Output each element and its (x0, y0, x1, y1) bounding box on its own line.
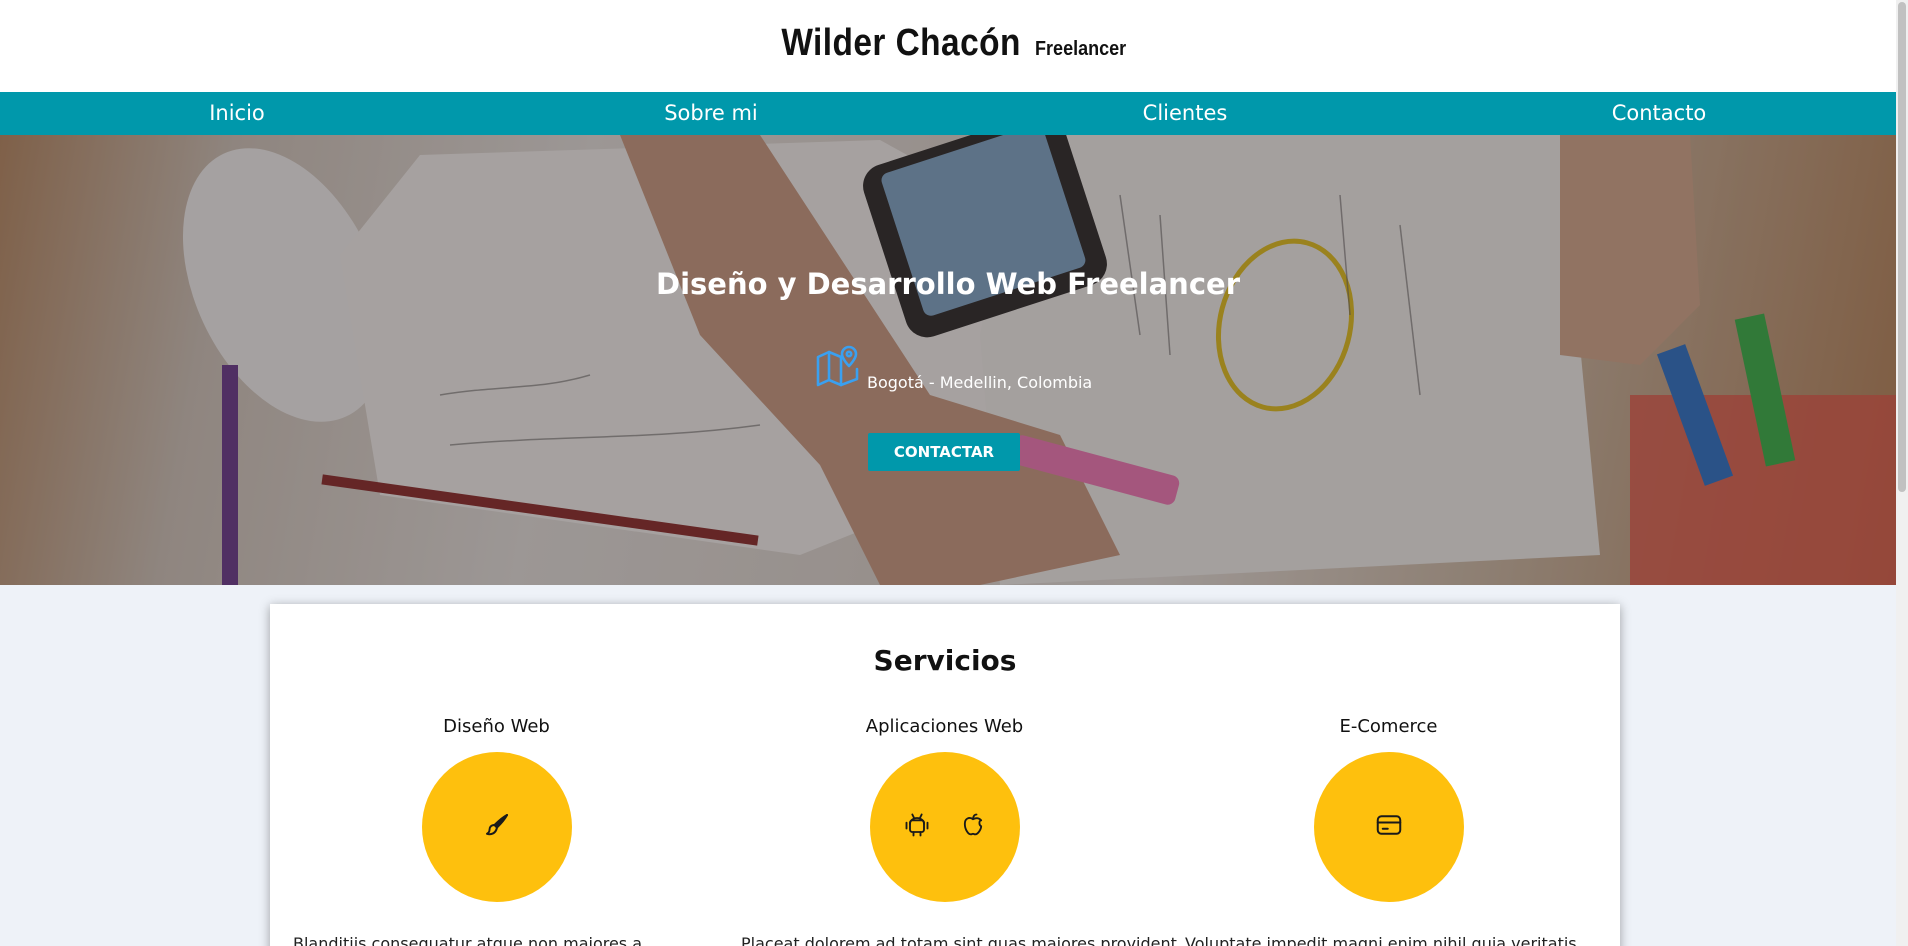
service-card-aplicaciones-web: Aplicaciones Web Placeat dolorem ad tota… (723, 716, 1177, 946)
site-header: Wilder Chacón Freelancer (0, 0, 1896, 92)
hero-banner: Diseño y Desarrollo Web Freelancer Bogot… (0, 135, 1896, 585)
service-card-e-comerce: E-Comerce Voluptate impedit magni enim n… (1167, 716, 1610, 946)
hero-location: Bogotá - Medellin, Colombia (815, 343, 1092, 394)
brand-name: Wilder Chacón (781, 21, 1022, 64)
hero-title: Diseño y Desarrollo Web Freelancer (656, 267, 1240, 301)
service-description: Blanditiis consequatur atque non maiores… (293, 934, 643, 946)
apple-icon (959, 810, 987, 845)
services-section: Servicios Diseño Web Blanditiis consequa… (270, 604, 1620, 946)
services-title: Servicios (873, 644, 1017, 677)
map-pin-icon (815, 343, 861, 394)
brand-tagline: Freelancer (1034, 37, 1126, 60)
android-icon (903, 810, 931, 845)
nav-item-inicio[interactable]: Inicio (0, 92, 474, 135)
service-icon-circle (869, 752, 1020, 902)
nav-item-sobre-mi[interactable]: Sobre mi (474, 92, 948, 135)
nav-item-clientes[interactable]: Clientes (948, 92, 1422, 135)
main-nav: Inicio Sobre mi Clientes Contacto (0, 92, 1896, 135)
contactar-button[interactable]: CONTACTAR (868, 433, 1020, 471)
credit-card-icon (1373, 810, 1405, 845)
page-scrollbar[interactable] (1896, 0, 1908, 946)
service-name: Diseño Web (443, 716, 550, 737)
service-description: Voluptate impedit magni enim nihil quia … (1185, 934, 1577, 946)
service-description: Placeat dolorem ad totam sint quas maior… (741, 934, 1177, 946)
service-icon-circle (421, 752, 572, 902)
service-icon-circle (1313, 752, 1464, 902)
brand[interactable]: Wilder Chacón Freelancer (765, 22, 1130, 65)
nav-item-contacto[interactable]: Contacto (1422, 92, 1896, 135)
service-name: Aplicaciones Web (865, 716, 1024, 737)
service-card-diseno-web: Diseño Web Blanditiis consequatur atque … (275, 716, 718, 946)
service-name: E-Comerce (1339, 716, 1438, 737)
location-text: Bogotá - Medellin, Colombia (867, 373, 1093, 392)
scrollbar-thumb[interactable] (1898, 2, 1906, 492)
brush-icon (482, 810, 512, 845)
